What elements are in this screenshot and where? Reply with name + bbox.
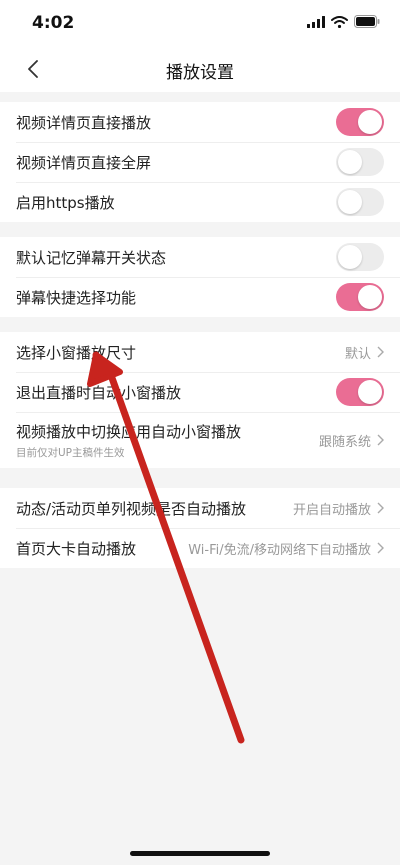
status-bar: 4:02 — [0, 0, 400, 46]
setting-label: 首页大卡自动播放 — [16, 539, 137, 558]
setting-label: 视频详情页直接播放 — [16, 113, 152, 132]
settings-group-playback: 视频详情页直接播放 视频详情页直接全屏 启用https播放 — [0, 102, 400, 222]
settings-group-mini-window: 选择小窗播放尺寸 默认 退出直播时自动小窗播放 视频播放中切换应用自动小窗播放 … — [0, 332, 400, 468]
danmaku-quick-toggle[interactable] — [336, 283, 384, 311]
setting-sublabel: 目前仅对UP主稿件生效 — [16, 446, 125, 459]
https-toggle[interactable] — [336, 188, 384, 216]
setting-value: 默认 — [344, 346, 371, 362]
settings-group-autoplay: 动态/活动页单列视频是否自动播放 开启自动播放 首页大卡自动播放 Wi-Fi/免… — [0, 488, 400, 568]
nav-bar: 播放设置 — [0, 46, 400, 92]
detail-fullscreen-toggle[interactable] — [336, 148, 384, 176]
setting-label: 视频播放中切换应用自动小窗播放 — [16, 422, 242, 441]
setting-row-live-mini-window[interactable]: 退出直播时自动小窗播放 — [0, 372, 400, 412]
setting-value: 跟随系统 — [318, 434, 371, 450]
setting-label: 选择小窗播放尺寸 — [16, 343, 137, 362]
setting-row-home-card-autoplay[interactable]: 首页大卡自动播放 Wi-Fi/免流/移动网络下自动播放 — [0, 528, 400, 568]
setting-label: 动态/活动页单列视频是否自动播放 — [16, 499, 247, 518]
setting-row-danmaku-quick[interactable]: 弹幕快捷选择功能 — [0, 277, 400, 317]
setting-label: 启用https播放 — [16, 193, 115, 212]
chevron-right-icon — [377, 346, 384, 358]
setting-value: 开启自动播放 — [292, 502, 371, 518]
chevron-right-icon — [377, 434, 384, 446]
danmaku-memory-toggle[interactable] — [336, 243, 384, 271]
status-time: 4:02 — [32, 13, 75, 33]
setting-row-detail-fullscreen[interactable]: 视频详情页直接全屏 — [0, 142, 400, 182]
detail-autoplay-toggle[interactable] — [336, 108, 384, 136]
setting-row-feed-autoplay[interactable]: 动态/活动页单列视频是否自动播放 开启自动播放 — [0, 488, 400, 528]
wifi-icon — [331, 15, 348, 28]
page-title: 播放设置 — [166, 63, 234, 83]
setting-label: 弹幕快捷选择功能 — [16, 288, 137, 307]
setting-row-danmaku-memory[interactable]: 默认记忆弹幕开关状态 — [0, 237, 400, 277]
home-indicator — [130, 851, 270, 856]
setting-label: 默认记忆弹幕开关状态 — [16, 248, 167, 267]
setting-row-https[interactable]: 启用https播放 — [0, 182, 400, 222]
status-icons — [307, 15, 380, 28]
chevron-right-icon — [377, 502, 384, 514]
battery-icon — [354, 15, 380, 28]
setting-label: 退出直播时自动小窗播放 — [16, 383, 182, 402]
settings-group-danmaku: 默认记忆弹幕开关状态 弹幕快捷选择功能 — [0, 237, 400, 317]
setting-row-app-switch-mini-window[interactable]: 视频播放中切换应用自动小窗播放 目前仅对UP主稿件生效 跟随系统 — [0, 412, 400, 468]
cellular-signal-icon — [307, 15, 325, 28]
chevron-right-icon — [377, 542, 384, 554]
setting-row-detail-autoplay[interactable]: 视频详情页直接播放 — [0, 102, 400, 142]
live-mini-window-toggle[interactable] — [336, 378, 384, 406]
setting-value: Wi-Fi/免流/移动网络下自动播放 — [188, 542, 371, 558]
setting-row-mini-window-size[interactable]: 选择小窗播放尺寸 默认 — [0, 332, 400, 372]
setting-label: 视频详情页直接全屏 — [16, 153, 152, 172]
